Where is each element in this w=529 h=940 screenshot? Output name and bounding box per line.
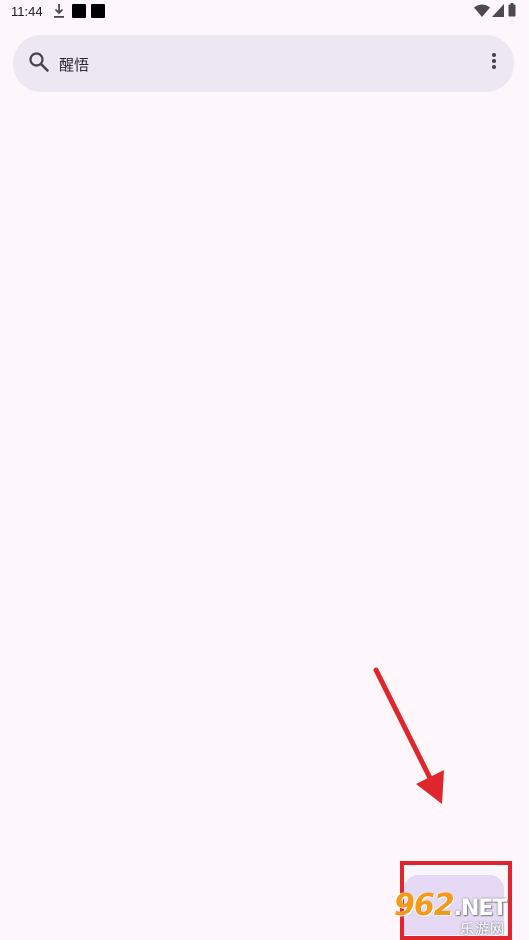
status-time: 11:44 (11, 4, 43, 19)
status-bar: 11:44 (0, 0, 529, 24)
notification-icon (91, 4, 105, 18)
wifi-icon (474, 4, 490, 17)
watermark-logo: 962.NET 乐游网 (390, 888, 527, 938)
more-vert-icon[interactable] (488, 51, 500, 73)
watermark-subtitle: 乐游网 (460, 922, 505, 938)
watermark-text: 962.NET (394, 888, 508, 923)
app-screen: 11:44 醒悟 962.NET 乐游网 (0, 0, 529, 940)
annotation-arrow-icon (373, 667, 444, 804)
download-icon (54, 4, 64, 18)
search-bar[interactable]: 醒悟 (13, 35, 514, 92)
search-input[interactable]: 醒悟 (59, 54, 89, 75)
signal-icon (492, 4, 504, 17)
search-icon[interactable] (28, 51, 50, 73)
notification-icon (72, 4, 86, 18)
battery-icon (508, 3, 516, 17)
watermark-suffix: .NET (453, 896, 508, 921)
watermark-number: 962 (394, 888, 455, 923)
